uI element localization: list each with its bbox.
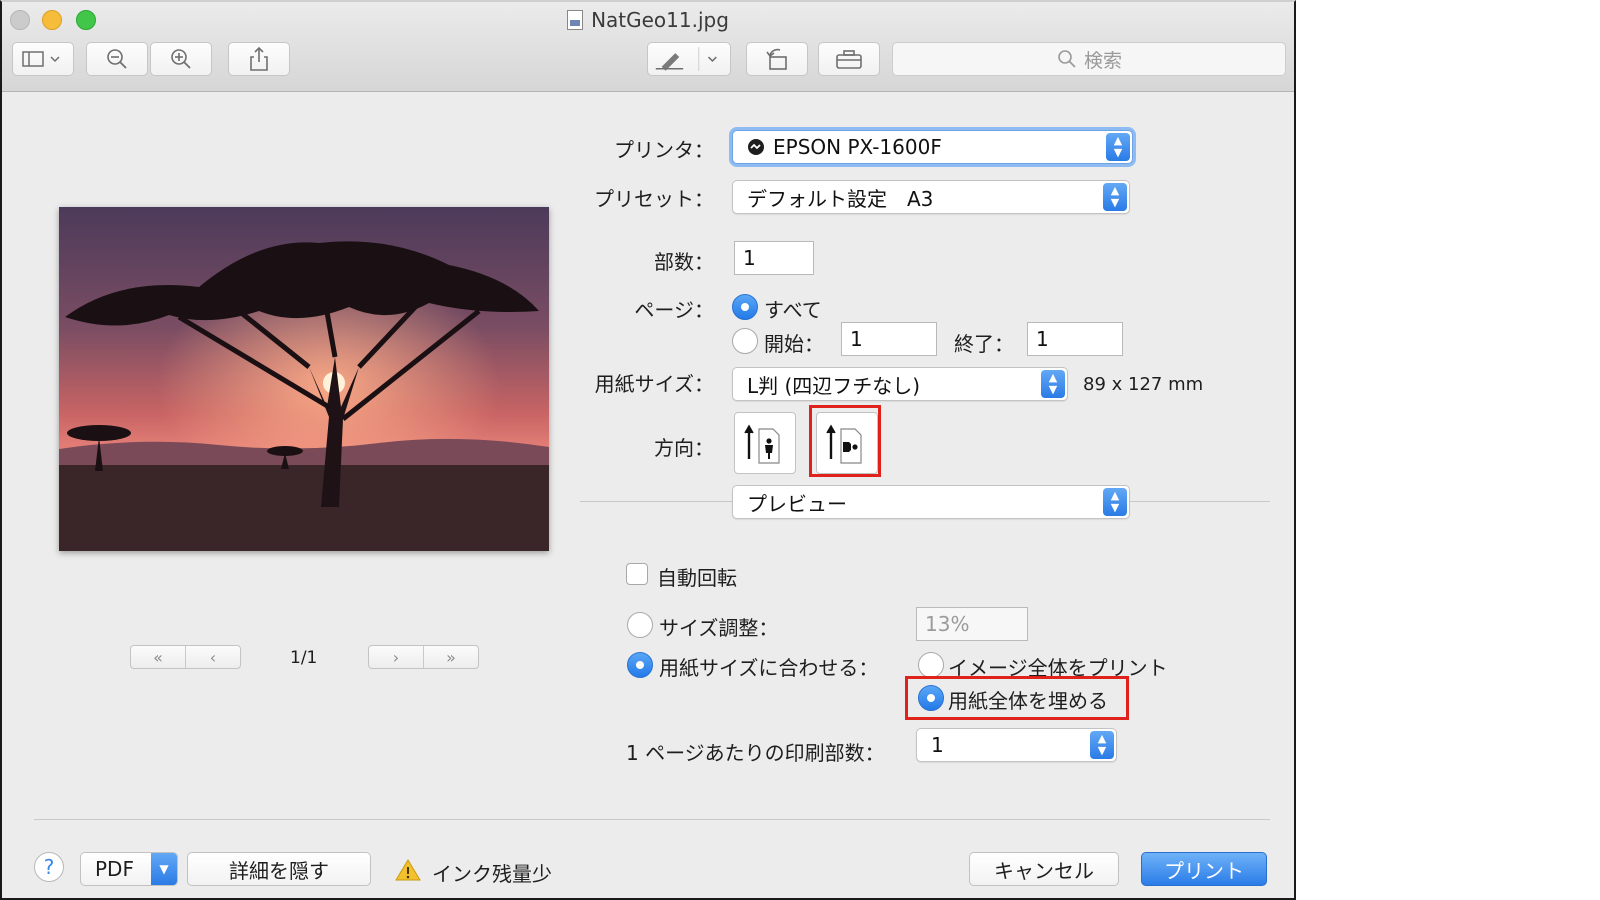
footer-divider [34, 819, 1270, 820]
pages-all-radio[interactable] [732, 294, 758, 320]
pages-to-label: 終了： [954, 332, 1014, 356]
zoom-out-button[interactable] [86, 42, 148, 76]
markup-icon [655, 47, 717, 71]
fit-radio[interactable] [627, 652, 653, 678]
sidebar-icon [22, 51, 60, 67]
ink-warning-text: インク残量少 [432, 862, 552, 886]
zoom-out-icon [107, 49, 127, 69]
zoom-in-icon [171, 49, 191, 69]
printer-status-icon [748, 139, 764, 155]
paper-size-popup[interactable]: L判 (四辺フチなし) ▲ ▼ [732, 367, 1068, 401]
paper-size-stepper-icon: ▲ ▼ [1041, 370, 1065, 398]
search-icon [1058, 50, 1076, 68]
scale-field[interactable]: 13% [916, 607, 1028, 641]
share-icon [250, 46, 268, 71]
toolbox-icon [836, 50, 862, 69]
pdf-menu-chevron-icon: ▼ [151, 853, 177, 885]
hide-details-button[interactable]: 詳細を隠す [187, 852, 371, 886]
copies-label: 部数： [654, 250, 714, 274]
titlebar: NatGeo11.jpg 検索 [2, 2, 1294, 92]
page-indicator: 1/1 [290, 648, 318, 668]
print-entire-radio[interactable] [918, 652, 944, 678]
window-title: NatGeo11.jpg [2, 8, 1294, 32]
pages-per-sheet-label: 1 ページあたりの印刷部数： [626, 741, 885, 765]
preset-label: プリセット： [594, 187, 714, 211]
rotate-icon [766, 48, 787, 70]
last-page-button[interactable]: » [423, 646, 478, 668]
printer-stepper-icon: ▲ ▼ [1106, 133, 1130, 161]
warning-icon [395, 859, 421, 881]
next-page-button[interactable]: › [369, 646, 423, 668]
sidebar-button[interactable] [12, 42, 74, 76]
first-page-button[interactable]: « [131, 646, 185, 668]
print-preview-image [59, 207, 549, 551]
help-button[interactable]: ? [34, 852, 64, 882]
landscape-highlight [809, 405, 881, 477]
auto-rotate-checkbox[interactable] [626, 563, 648, 585]
orientation-label: 方向： [654, 436, 714, 460]
preset-stepper-icon: ▲ ▼ [1103, 183, 1127, 211]
document-icon [567, 10, 584, 30]
search-field[interactable]: 検索 [892, 42, 1286, 76]
paper-dimensions: 89 x 127 mm [1083, 374, 1204, 395]
scale-radio[interactable] [627, 612, 653, 638]
pages-per-sheet-popup[interactable]: 1 ▲ ▼ [916, 728, 1117, 762]
print-button[interactable]: プリント [1141, 852, 1267, 886]
share-button[interactable] [228, 42, 290, 76]
pages-range-radio[interactable] [732, 328, 758, 354]
pages-per-sheet-stepper-icon: ▲ ▼ [1090, 731, 1114, 759]
pages-label: ページ： [634, 298, 714, 322]
paper-size-label: 用紙サイズ： [594, 372, 714, 396]
search-placeholder: 検索 [1083, 49, 1122, 72]
pages-range-label: 開始： [764, 332, 824, 356]
printer-popup[interactable]: EPSON PX-1600F ▲ ▼ [732, 130, 1133, 164]
section-stepper-icon: ▲ ▼ [1103, 488, 1127, 516]
portrait-button[interactable] [734, 412, 796, 474]
rotate-button[interactable] [746, 42, 808, 76]
portrait-orientation-icon [744, 424, 780, 464]
markup-button[interactable] [647, 42, 731, 76]
preset-popup[interactable]: デフォルト設定 A3 ▲ ▼ [732, 180, 1130, 214]
cancel-button[interactable]: キャンセル [969, 852, 1119, 886]
copies-field[interactable]: 1 [734, 241, 814, 275]
previous-page-button[interactable]: ‹ [185, 646, 240, 668]
toolbox-button[interactable] [818, 42, 880, 76]
fit-label: 用紙サイズに合わせる： [659, 656, 879, 680]
pager-back: « ‹ [130, 645, 241, 669]
pager-forward: › » [368, 645, 479, 669]
auto-rotate-label: 自動回転 [657, 566, 737, 590]
scale-label: サイズ調整： [659, 616, 779, 640]
pdf-button[interactable]: PDF ▼ [80, 852, 178, 886]
printer-label: プリンタ： [614, 138, 714, 162]
fill-paper-highlight [905, 676, 1129, 720]
print-window: NatGeo11.jpg 検索 « ‹ 1/1 › » プリンタ： EPSON … [0, 0, 1296, 900]
pages-to-field[interactable]: 1 [1027, 322, 1123, 356]
section-popup[interactable]: プレビュー ▲ ▼ [732, 485, 1130, 519]
pages-all-label: すべて [764, 298, 822, 322]
zoom-in-button[interactable] [150, 42, 212, 76]
pages-from-field[interactable]: 1 [841, 322, 937, 356]
